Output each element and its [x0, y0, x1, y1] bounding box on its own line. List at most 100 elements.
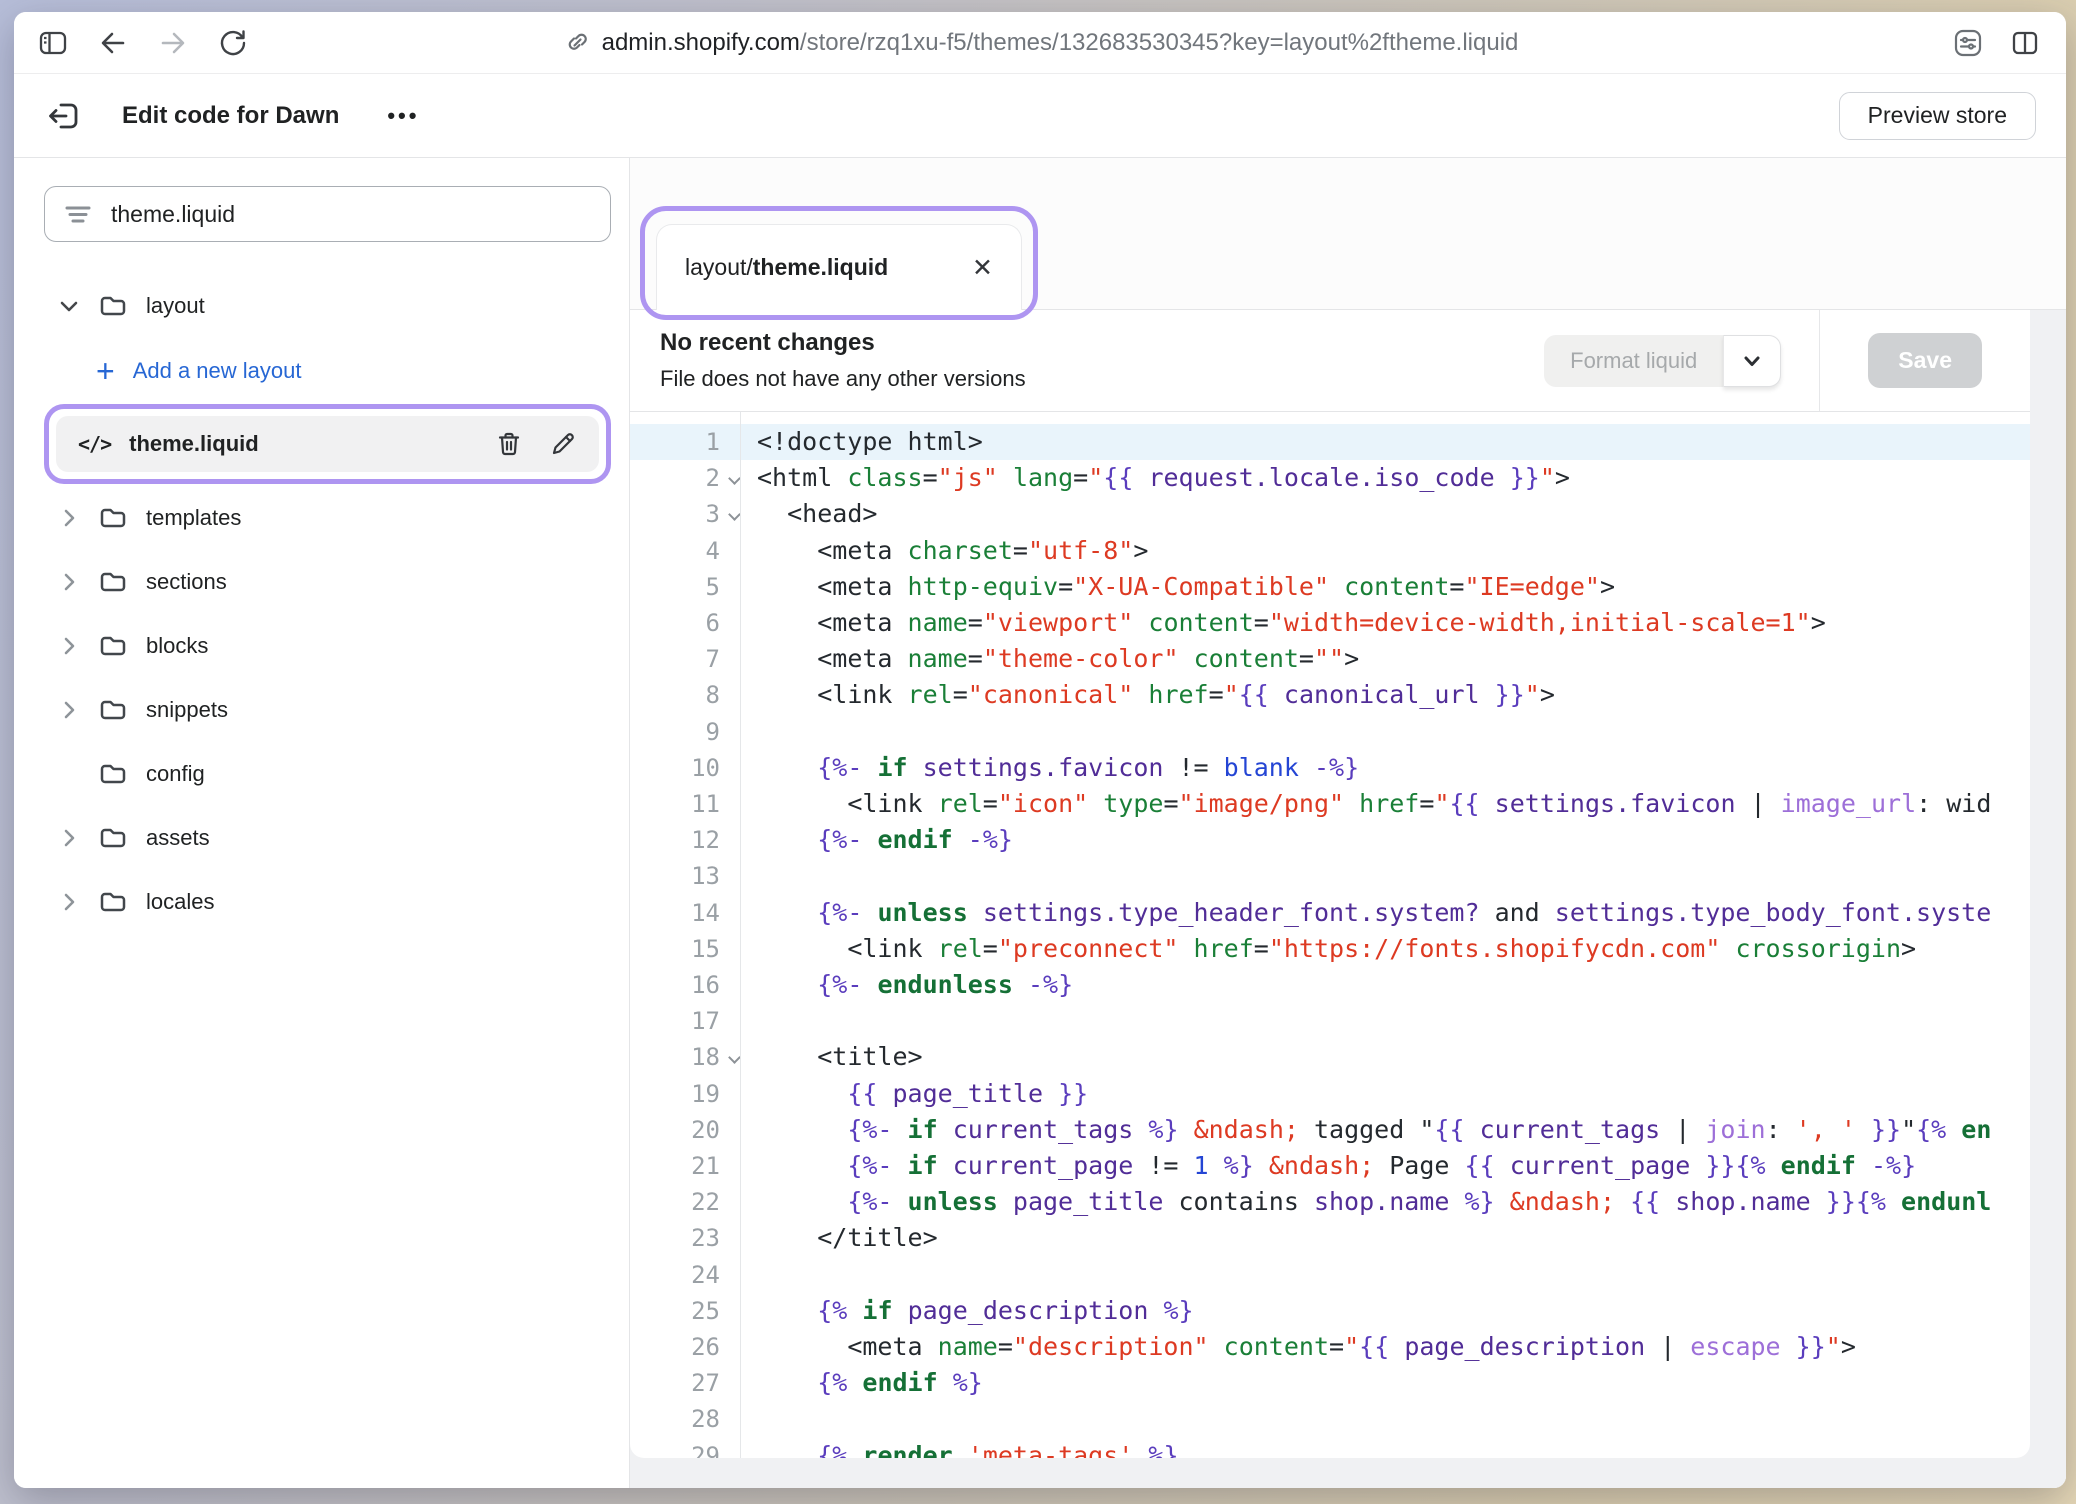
close-tab-icon[interactable]: ✕ — [972, 253, 993, 283]
line-number: 16 — [630, 967, 740, 1003]
code-line[interactable]: 20 {%- if current_tags %} &ndash; tagged… — [630, 1112, 2030, 1148]
line-number: 17 — [630, 1003, 740, 1039]
edit-file-icon[interactable] — [549, 430, 577, 458]
reload-icon[interactable] — [218, 28, 248, 58]
code-line[interactable]: 4 <meta charset="utf-8"> — [630, 533, 2030, 569]
line-number: 20 — [630, 1112, 740, 1148]
code-line[interactable]: 5 <meta http-equiv="X-UA-Compatible" con… — [630, 569, 2030, 605]
code-line[interactable]: 29 {% render 'meta-tags' %} — [630, 1438, 2030, 1458]
folder-snippets[interactable]: snippets — [44, 686, 611, 734]
chevron-down-icon[interactable] — [58, 295, 80, 317]
code-line[interactable]: 3 <head> — [630, 496, 2030, 532]
forward-icon[interactable] — [158, 28, 188, 58]
folder-icon — [98, 503, 128, 533]
code-text: <meta name="theme-color" content=""> — [740, 641, 2030, 677]
code-line[interactable]: 12 {%- endif -%} — [630, 822, 2030, 858]
tab-theme-liquid[interactable]: layout/theme.liquid ✕ — [656, 224, 1022, 310]
url-host: admin.shopify.com — [602, 29, 800, 56]
folder-config[interactable]: config — [44, 750, 611, 798]
code-line[interactable]: 13 — [630, 858, 2030, 894]
folder-layout[interactable]: layout — [44, 282, 611, 330]
code-line[interactable]: 16 {%- endunless -%} — [630, 967, 2030, 1003]
fold-chevron-icon[interactable] — [728, 1052, 741, 1065]
browser-settings-icon[interactable] — [1952, 27, 1984, 59]
line-number: 9 — [630, 714, 740, 750]
code-line[interactable]: 23 </title> — [630, 1220, 2030, 1256]
add-new-layout-button[interactable]: + Add a new layout — [96, 346, 611, 396]
code-line[interactable]: 24 — [630, 1257, 2030, 1293]
code-line[interactable]: 6 <meta name="viewport" content="width=d… — [630, 605, 2030, 641]
line-number: 7 — [630, 641, 740, 677]
folder-icon — [98, 631, 128, 661]
fold-chevron-icon[interactable] — [728, 509, 741, 522]
code-line[interactable]: 10 {%- if settings.favicon != blank -%} — [630, 750, 2030, 786]
code-text: {{ page_title }} — [740, 1076, 2030, 1112]
browser-toolbar: admin.shopify.com/store/rzq1xu-f5/themes… — [14, 12, 2066, 74]
code-line[interactable]: 19 {{ page_title }} — [630, 1076, 2030, 1112]
folder-sections[interactable]: sections — [44, 558, 611, 606]
folder-templates[interactable]: templates — [44, 494, 611, 542]
line-number: 2 — [630, 460, 740, 496]
folder-blocks[interactable]: blocks — [44, 622, 611, 670]
code-line[interactable]: 26 <meta name="description" content="{{ … — [630, 1329, 2030, 1365]
code-text: {%- if current_tags %} &ndash; tagged "{… — [740, 1112, 2030, 1148]
code-text: {% endif %} — [740, 1365, 2030, 1401]
tab-file-name: theme.liquid — [753, 254, 888, 280]
chevron-right-icon[interactable] — [58, 571, 80, 593]
chevron-right-icon[interactable] — [58, 635, 80, 657]
chevron-right-icon[interactable] — [58, 891, 80, 913]
format-liquid-button[interactable]: Format liquid — [1544, 335, 1723, 387]
code-text: {%- if settings.favicon != blank -%} — [740, 750, 2030, 786]
code-text: <!doctype html> — [740, 424, 2030, 460]
code-text: <link rel="canonical" href="{{ canonical… — [740, 677, 2030, 713]
line-number: 23 — [630, 1220, 740, 1256]
code-line[interactable]: 14 {%- unless settings.type_header_font.… — [630, 895, 2030, 931]
code-text: <head> — [740, 496, 2030, 532]
line-number: 1 — [630, 424, 740, 460]
code-line[interactable]: 2<html class="js" lang="{{ request.local… — [630, 460, 2030, 496]
sidebar-toggle-icon[interactable] — [38, 28, 68, 58]
line-number: 22 — [630, 1184, 740, 1220]
code-line[interactable]: 27 {% endif %} — [630, 1365, 2030, 1401]
code-line[interactable]: 28 — [630, 1401, 2030, 1437]
split-view-icon[interactable] — [2010, 28, 2040, 58]
folder-locales[interactable]: locales — [44, 878, 611, 926]
code-text: <meta name="description" content="{{ pag… — [740, 1329, 2030, 1365]
back-icon[interactable] — [98, 28, 128, 58]
code-text: <link rel="icon" type="image/png" href="… — [740, 786, 2030, 822]
code-line[interactable]: 22 {%- unless page_title contains shop.n… — [630, 1184, 2030, 1220]
exit-editor-icon[interactable] — [44, 96, 84, 136]
code-line[interactable]: 25 {% if page_description %} — [630, 1293, 2030, 1329]
format-options-dropdown[interactable] — [1723, 335, 1781, 387]
code-line[interactable]: 21 {%- if current_page != 1 %} &ndash; P… — [630, 1148, 2030, 1184]
url-text: admin.shopify.com/store/rzq1xu-f5/themes… — [602, 29, 1519, 57]
code-line[interactable]: 17 — [630, 1003, 2030, 1039]
fold-chevron-icon[interactable] — [728, 472, 741, 485]
more-actions-menu[interactable]: ••• — [387, 103, 419, 129]
file-theme-liquid[interactable]: </> theme.liquid — [56, 416, 599, 472]
address-bar[interactable]: admin.shopify.com/store/rzq1xu-f5/themes… — [14, 12, 2066, 73]
code-line[interactable]: 8 <link rel="canonical" href="{{ canonic… — [630, 677, 2030, 713]
chevron-right-icon[interactable] — [58, 507, 80, 529]
code-text — [740, 714, 2030, 750]
chevron-right-icon[interactable] — [58, 699, 80, 721]
delete-file-icon[interactable] — [495, 430, 523, 458]
preview-store-button[interactable]: Preview store — [1839, 92, 2036, 140]
code-line[interactable]: 18 <title> — [630, 1039, 2030, 1075]
code-line[interactable]: 15 <link rel="preconnect" href="https://… — [630, 931, 2030, 967]
status-subtitle: File does not have any other versions — [660, 366, 1026, 392]
editor-pane: layout/theme.liquid ✕ No recent changes … — [630, 158, 2066, 1488]
save-button[interactable]: Save — [1868, 333, 1982, 388]
code-text — [740, 858, 2030, 894]
folder-label: config — [146, 761, 205, 787]
file-search-input[interactable]: theme.liquid — [44, 186, 611, 242]
line-number: 27 — [630, 1365, 740, 1401]
folder-assets[interactable]: assets — [44, 814, 611, 862]
code-editor[interactable]: 1<!doctype html>2<html class="js" lang="… — [630, 412, 2030, 1458]
code-line[interactable]: 11 <link rel="icon" type="image/png" hre… — [630, 786, 2030, 822]
chevron-right-icon[interactable] — [58, 827, 80, 849]
line-number: 11 — [630, 786, 740, 822]
code-line[interactable]: 7 <meta name="theme-color" content=""> — [630, 641, 2030, 677]
code-line[interactable]: 1<!doctype html> — [630, 424, 2030, 460]
code-line[interactable]: 9 — [630, 714, 2030, 750]
